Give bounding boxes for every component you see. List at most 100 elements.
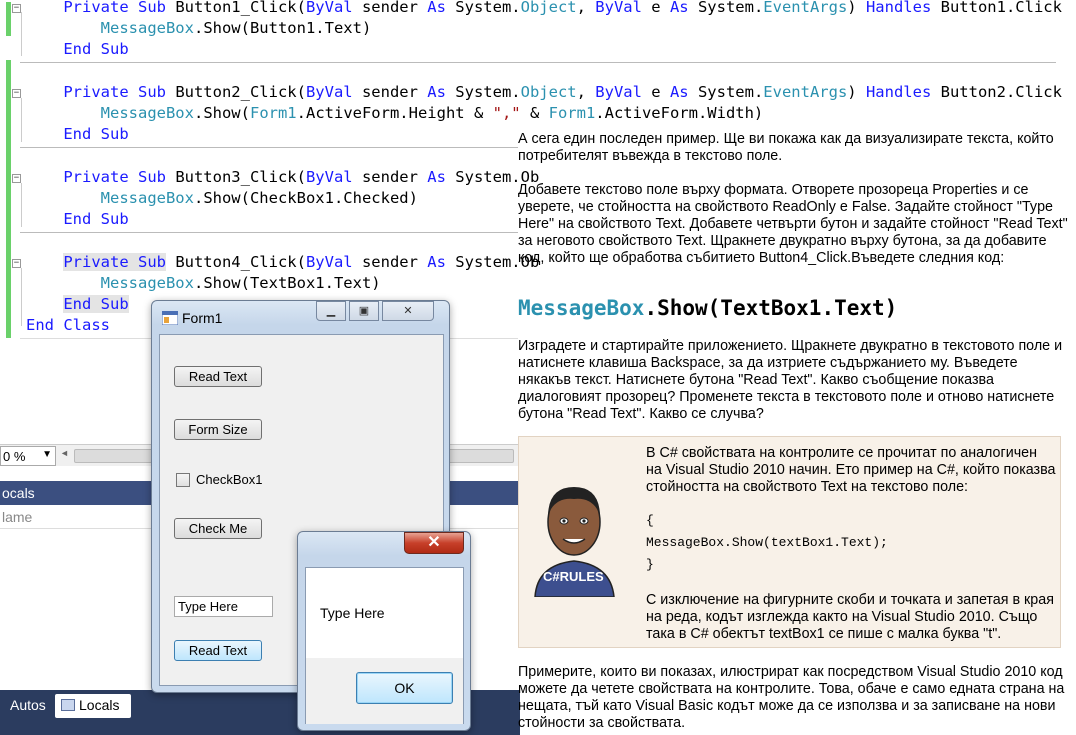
code-token: Handles — [865, 0, 932, 16]
locals-title: ocals — [2, 485, 35, 501]
article-paragraph-1: А сега един последен пример. Ще ви покаж… — [518, 131, 1054, 164]
textbox1-value: Type Here — [178, 599, 238, 614]
msgbox-close-button[interactable]: ✕ — [404, 532, 464, 554]
name-column: lame — [2, 509, 33, 525]
code-token: System. — [688, 0, 764, 16]
code-token: & — [520, 104, 549, 122]
code-example-call: .Show(TextBox1.Text) — [644, 296, 898, 320]
code-token: Private Sub — [63, 0, 166, 16]
code-token: .Show(CheckBox1.Checked) — [193, 189, 418, 207]
code-token: System. — [445, 83, 521, 101]
code-token: Button3_Click( — [165, 168, 306, 186]
tip-paragraph-2: С изключение на фигурните скоби и точкат… — [646, 592, 1054, 642]
collapse-toggle[interactable]: − — [12, 4, 21, 13]
tip-code-line-2: MessageBox.Show(textBox1.Text); — [646, 535, 888, 550]
code-token: End Class — [26, 316, 110, 334]
messagebox-window: ✕ Type Here OK — [297, 531, 471, 731]
restore-icon: ▣ — [358, 305, 370, 317]
code-line: End Sub — [26, 39, 128, 60]
code-token: As — [669, 0, 689, 16]
code-token: Button1_Click( — [165, 0, 306, 16]
code-token: MessageBox — [100, 274, 194, 292]
method-separator — [20, 147, 518, 148]
change-indicator — [6, 60, 11, 338]
code-token: End Sub — [63, 295, 129, 313]
code-example: MessageBox.Show(TextBox1.Text) — [518, 296, 897, 320]
code-token: End Sub — [63, 210, 129, 228]
code-line: MessageBox.Show(TextBox1.Text) — [26, 273, 381, 294]
article-paragraph-3: Изградете и стартирайте приложението. Щр… — [518, 338, 1063, 422]
form-app-icon — [162, 311, 178, 325]
code-token: As — [427, 83, 446, 101]
code-token: Form1 — [548, 104, 596, 122]
form-size-button[interactable]: Form Size — [174, 419, 262, 440]
code-token: Object — [520, 83, 577, 101]
code-token: As — [669, 83, 689, 101]
tab-locals[interactable]: Locals — [55, 694, 131, 718]
code-line: End Class — [26, 315, 110, 336]
code-token: MessageBox — [100, 19, 194, 37]
code-token: .Show(Button1.Text) — [193, 19, 372, 37]
code-token: .Show(TextBox1.Text) — [193, 274, 381, 292]
method-separator — [20, 62, 1056, 63]
code-token: Button2.Click — [931, 83, 1062, 101]
mascot-shirt-text: C#RULES — [543, 569, 604, 584]
form1-title: Form1 — [182, 310, 223, 326]
minimize-button[interactable]: ▁ — [316, 301, 346, 321]
collapse-toggle[interactable]: − — [12, 174, 21, 183]
code-token: sender — [352, 253, 428, 271]
code-line: End Sub — [26, 124, 129, 145]
code-token: ByVal — [595, 83, 642, 101]
chevron-down-icon: ▼ — [42, 449, 52, 460]
read-text-button[interactable]: Read Text — [174, 366, 262, 387]
code-token: MessageBox — [100, 189, 194, 207]
code-editor[interactable]: − − − − Private Sub Button1_Click(ByVal … — [0, 0, 1076, 340]
code-line: Private Sub Button1_Click(ByVal sender A… — [26, 0, 1062, 18]
scroll-left-icon[interactable]: ◄ — [60, 448, 69, 458]
locals-icon — [61, 699, 75, 711]
code-line: MessageBox.Show(Button1.Text) — [26, 18, 372, 39]
collapse-toggle[interactable]: − — [12, 259, 21, 268]
change-indicator — [6, 2, 11, 36]
code-token: .ActiveForm.Height & — [296, 104, 493, 122]
code-token: sender — [352, 0, 428, 16]
code-token: End Sub — [63, 125, 129, 143]
ok-button[interactable]: OK — [356, 672, 453, 704]
tab-autos[interactable]: Autos — [0, 694, 54, 718]
code-token: Object — [520, 0, 577, 16]
msgbox-message: Type Here — [320, 605, 385, 621]
close-icon: ✕ — [427, 534, 441, 551]
read-text-button-2[interactable]: Read Text — [174, 640, 262, 661]
checkbox1[interactable] — [176, 473, 190, 487]
code-token: As — [427, 168, 446, 186]
check-me-button[interactable]: Check Me — [174, 518, 262, 539]
code-token: e — [641, 0, 670, 16]
tip-paragraph-1: В C# свойствата на контролите се прочита… — [646, 445, 1056, 495]
code-token: Private Sub — [63, 83, 166, 101]
msgbox-button-bar: OK — [306, 658, 463, 724]
code-example-class: MessageBox — [518, 296, 645, 320]
maximize-button[interactable]: ▣ — [349, 301, 379, 321]
code-line: Private Sub Button2_Click(ByVal sender A… — [26, 82, 1062, 103]
code-token: Form1 — [249, 104, 297, 122]
method-separator — [20, 232, 518, 233]
outline-line — [21, 268, 22, 326]
tab-autos-label: Autos — [10, 697, 46, 713]
minimize-icon: ▁ — [326, 305, 336, 317]
close-button[interactable]: ✕ — [382, 301, 434, 321]
zoom-select[interactable]: 0 % ▼ — [0, 446, 56, 466]
code-token: , — [576, 83, 596, 101]
outline-line — [21, 183, 22, 227]
code-token: System. — [688, 83, 764, 101]
code-line: MessageBox.Show(Form1.ActiveForm.Height … — [26, 103, 764, 124]
textbox1[interactable]: Type Here — [174, 596, 273, 617]
collapse-toggle[interactable]: − — [12, 89, 21, 98]
